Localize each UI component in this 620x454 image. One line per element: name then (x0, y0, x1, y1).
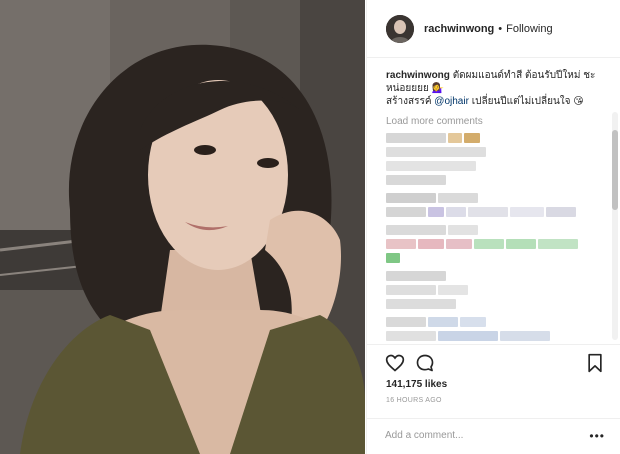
caption-username[interactable]: rachwinwong (386, 70, 450, 81)
post-photo[interactable] (0, 0, 365, 454)
post-timestamp[interactable]: 16 HOURS AGO (386, 397, 442, 404)
caption-emoji-2: 😘 (573, 96, 584, 107)
add-comment-input[interactable] (385, 427, 585, 443)
caption-mention-link[interactable]: @ojhair (434, 96, 469, 107)
bookmark-icon[interactable] (585, 353, 605, 373)
comments-list[interactable]: rachwinwong ตัดผมแอนด์ทำสี ต้อนรับปีใหม่… (367, 58, 620, 344)
following-button[interactable]: Following (506, 23, 552, 35)
header-separator: • (498, 22, 503, 35)
caption-text-line2-suffix: เปลี่ยนปีแต่ไม่เปลี่ยนใจ (471, 96, 571, 107)
scrollbar-thumb[interactable] (612, 130, 618, 210)
load-more-comments-link[interactable]: Load more comments (386, 116, 603, 127)
caption-text-line2-prefix: สร้างสรรค์ (386, 96, 432, 107)
likes-count[interactable]: 141,175 likes (386, 379, 447, 390)
instagram-post: rachwinwong • Following rachwinwong ตัดผ… (0, 0, 620, 454)
comments-scrollbar[interactable] (612, 112, 618, 340)
caption-emoji-1: 💁‍♀️ (431, 83, 445, 94)
heart-icon[interactable] (385, 353, 405, 373)
action-bar (367, 344, 620, 376)
more-options-button[interactable]: ••• (589, 429, 605, 443)
avatar[interactable] (386, 14, 414, 43)
comment-bubble-icon[interactable] (415, 353, 435, 373)
blurred-comments (386, 133, 603, 344)
author-username[interactable]: rachwinwong (424, 23, 494, 35)
post-side-panel: rachwinwong • Following rachwinwong ตัดผ… (366, 0, 620, 454)
post-caption: rachwinwong ตัดผมแอนด์ทำสี ต้อนรับปีใหม่… (386, 69, 603, 108)
post-header: rachwinwong • Following (367, 0, 620, 58)
add-comment-section: ••• (367, 418, 620, 454)
portrait-image (0, 0, 365, 454)
